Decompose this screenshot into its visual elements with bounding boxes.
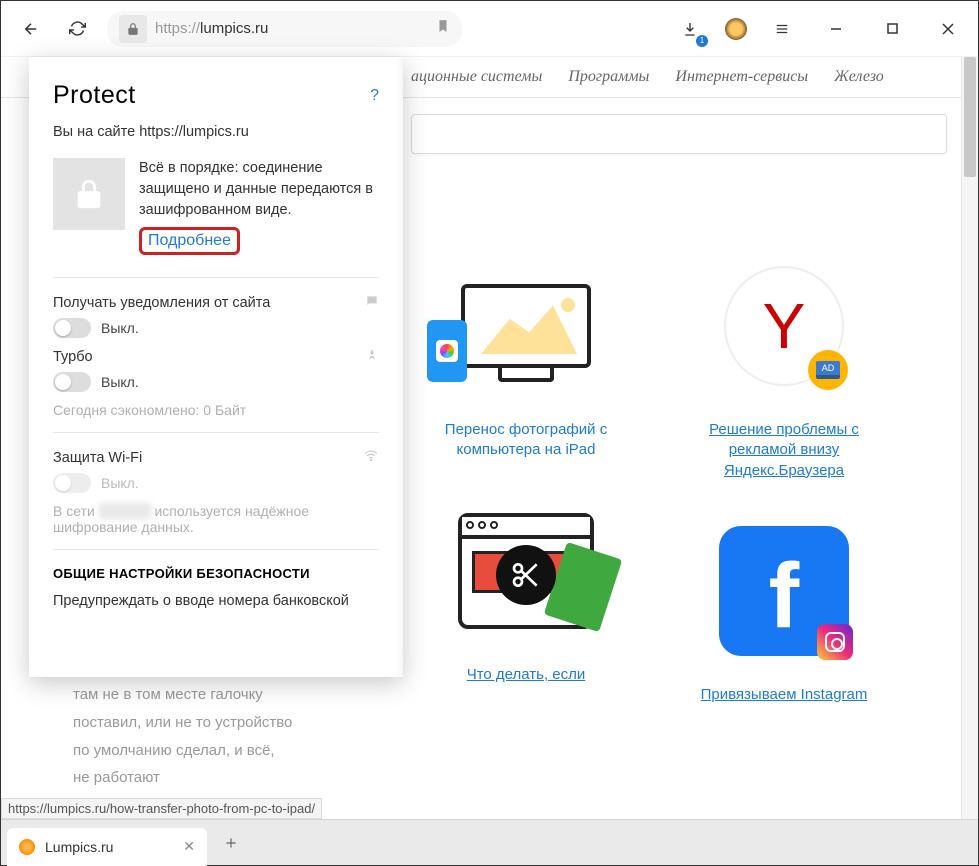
article-card[interactable]: Что делать, если — [421, 491, 631, 685]
reload-button[interactable] — [61, 13, 93, 45]
nav-item[interactable]: ационные системы — [411, 68, 542, 86]
profile-avatar[interactable] — [720, 13, 752, 45]
browser-toolbar: https://lumpics.ru 1 — [1, 1, 978, 57]
site-search-input[interactable] — [411, 114, 947, 154]
hover-link-status: https://lumpics.ru/how-transfer-photo-fr… — [1, 798, 322, 819]
connection-status-text: Всё в порядке: соединение защищено и дан… — [139, 158, 379, 221]
security-section-header: ОБЩИЕ НАСТРОЙКИ БЕЗОПАСНОСТИ — [53, 566, 379, 581]
lock-status-icon — [53, 158, 125, 230]
close-window-button[interactable] — [932, 13, 964, 45]
card-title[interactable]: Что делать, если — [467, 665, 586, 685]
turbo-label: Турбо — [53, 349, 93, 365]
wifi-network-text: В сети используется надёжное шифрование … — [53, 503, 379, 535]
help-icon[interactable]: ? — [370, 87, 379, 105]
tab-strip: Lumpics.ru ✕ — [1, 819, 978, 865]
turbo-toggle[interactable] — [53, 372, 91, 392]
site-url-line: Вы на сайте https://lumpics.ru — [53, 124, 379, 140]
toggle-state: Выкл. — [101, 475, 139, 491]
download-count-badge: 1 — [696, 35, 708, 47]
toggle-state: Выкл. — [101, 320, 139, 336]
address-bar[interactable]: https://lumpics.ru — [107, 11, 462, 47]
protect-popup: Protect ? Вы на сайте https://lumpics.ru… — [29, 57, 403, 677]
turbo-saved-text: Сегодня сэкономлено: 0 Байт — [53, 402, 379, 418]
notifications-label: Получать уведомления от сайта — [53, 295, 270, 311]
menu-button[interactable] — [766, 13, 798, 45]
card-title[interactable]: Перенос фотографий с компьютера на iPad — [421, 420, 631, 461]
bookmark-icon[interactable] — [436, 18, 450, 39]
chat-icon — [365, 294, 379, 312]
back-button[interactable] — [15, 13, 47, 45]
rocket-icon — [365, 348, 379, 366]
nav-item[interactable]: Программы — [568, 68, 649, 86]
wifi-protect-label: Защита Wi-Fi — [53, 450, 142, 466]
window-controls — [820, 13, 964, 45]
minimize-button[interactable] — [820, 13, 852, 45]
vertical-scrollbar[interactable] — [961, 57, 978, 819]
details-link[interactable]: Подробнее — [139, 227, 240, 255]
article-card[interactable]: Y AD Решение проблемы с рекламой внизу Я… — [679, 246, 889, 481]
wifi-toggle — [53, 473, 91, 493]
card-title[interactable]: Привязываем Instagram — [701, 685, 868, 705]
downloads-button[interactable]: 1 — [674, 13, 706, 45]
tab-title: Lumpics.ru — [45, 839, 173, 855]
lock-icon[interactable] — [119, 15, 147, 43]
warn-card-entry: Предупреждать о вводе номера банковской — [53, 593, 379, 609]
card-image — [446, 246, 606, 406]
close-tab-icon[interactable]: ✕ — [183, 838, 195, 855]
notifications-toggle[interactable] — [53, 318, 91, 338]
ad-badge-icon: AD — [816, 361, 840, 379]
card-image — [446, 491, 606, 651]
protect-title: Protect — [53, 81, 136, 110]
favicon — [19, 839, 35, 855]
browser-tab[interactable]: Lumpics.ru ✕ — [7, 828, 207, 866]
wifi-icon — [363, 449, 379, 467]
card-image: Y AD — [704, 246, 864, 406]
toggle-state: Выкл. — [101, 374, 139, 390]
nav-item[interactable]: Железо — [834, 68, 884, 86]
article-card[interactable]: Перенос фотографий с компьютера на iPad — [421, 246, 631, 461]
card-image: f — [704, 511, 864, 671]
card-title[interactable]: Решение проблемы с рекламой внизу Яндекс… — [679, 420, 889, 481]
maximize-button[interactable] — [876, 13, 908, 45]
new-tab-button[interactable] — [215, 827, 247, 859]
article-card[interactable]: f Привязываем Instagram — [679, 511, 889, 705]
nav-item[interactable]: Интернет-сервисы — [675, 68, 808, 86]
background-comment-text: там не в том месте галочку поставил, или… — [73, 681, 293, 792]
url-text: https://lumpics.ru — [155, 20, 268, 37]
